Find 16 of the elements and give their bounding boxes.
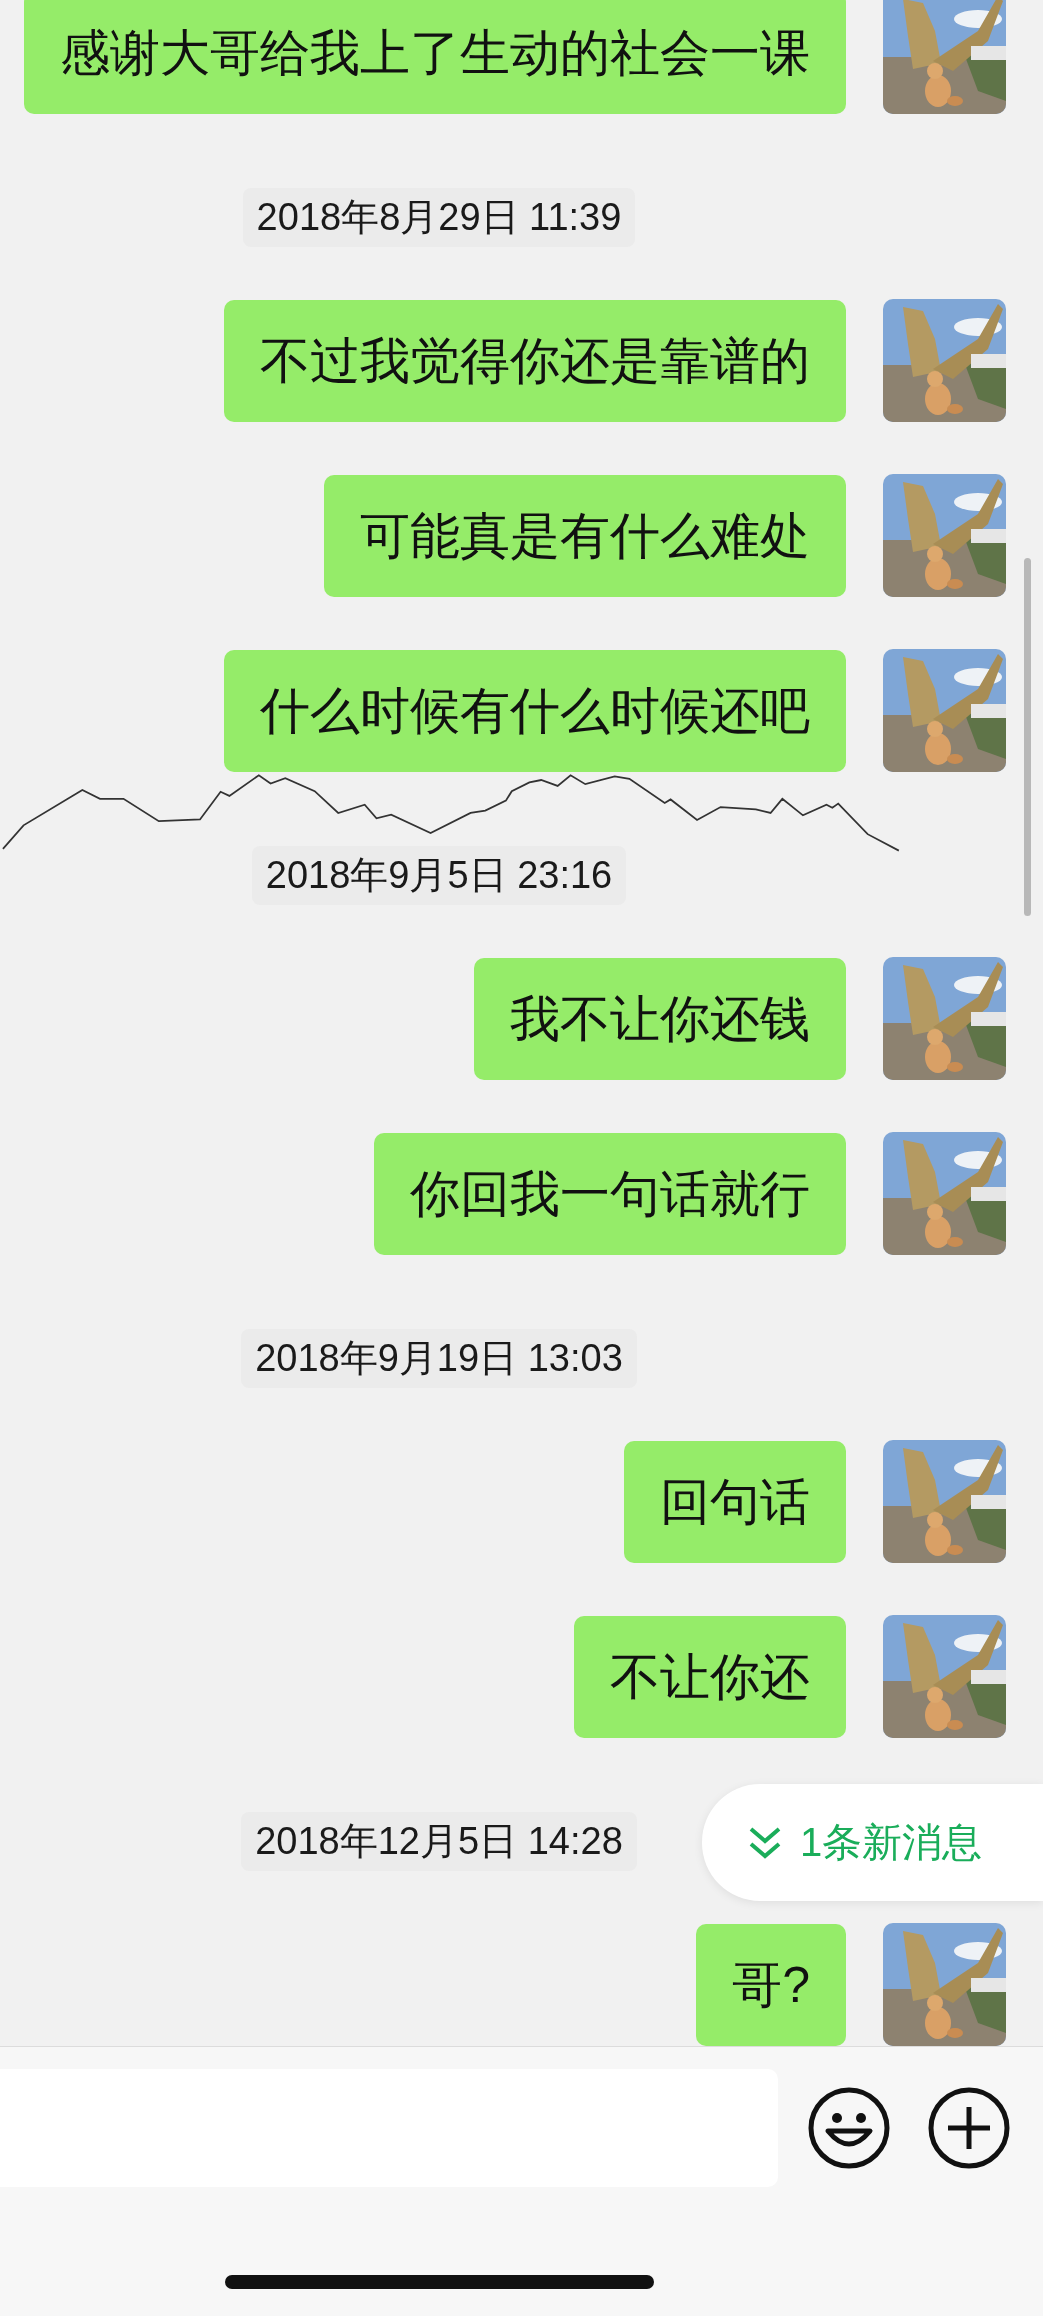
message-bubble: 你回我一句话就行 (374, 1132, 846, 1255)
message-bubble: 可能真是有什么难处 (324, 474, 846, 597)
message-bubble: 不让你还 (574, 1615, 846, 1738)
message-bubble: 我不让你还钱 (474, 957, 846, 1080)
emoji-icon[interactable] (808, 2087, 890, 2169)
message-bubble: 哥? (696, 1923, 846, 2046)
new-messages-button[interactable]: 1条新消息 (702, 1784, 1043, 1901)
timestamp: 2018年9月19日 13:03 (241, 1329, 637, 1388)
plus-icon[interactable] (928, 2087, 1010, 2169)
timestamp: 2018年12月5日 14:28 (241, 1812, 637, 1871)
message-bubble: 什么时候有什么时候还吧 (224, 649, 846, 772)
message-bubble: 感谢大哥给我上了生动的社会一课 (24, 0, 846, 114)
message-bubble: 不过我觉得你还是靠谱的 (224, 299, 846, 422)
message-bubble: 回句话 (624, 1440, 846, 1563)
timestamp: 2018年9月5日 23:16 (251, 846, 627, 905)
timestamp: 2018年8月29日 11:39 (242, 188, 636, 247)
